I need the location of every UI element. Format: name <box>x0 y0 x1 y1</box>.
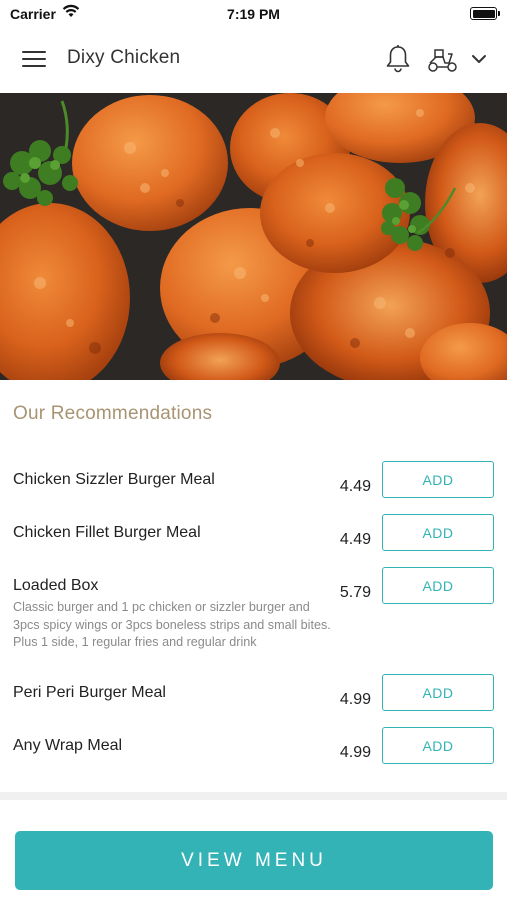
add-button[interactable]: ADD <box>382 461 494 498</box>
battery-icon <box>470 7 500 20</box>
item-description: Classic burger and 1 pc chicken or sizzl… <box>13 600 331 649</box>
section-divider <box>0 792 507 800</box>
top-navigation-bar: Dixy Chicken <box>0 28 507 92</box>
app-title: Dixy Chicken <box>67 47 181 68</box>
item-price: 4.99 <box>339 744 371 761</box>
hamburger-menu-icon[interactable] <box>22 51 46 69</box>
add-button[interactable]: ADD <box>382 727 494 764</box>
hero-food-image <box>0 93 507 380</box>
chevron-down-icon[interactable] <box>470 50 488 68</box>
item-name: Peri Peri Burger Meal <box>13 684 166 701</box>
item-price: 4.49 <box>339 478 371 495</box>
add-button[interactable]: ADD <box>382 567 494 604</box>
status-bar: Carrier 7:19 PM <box>0 0 507 28</box>
item-price: 4.49 <box>339 531 371 548</box>
item-name: Any Wrap Meal <box>13 737 123 754</box>
item-price: 5.79 <box>339 584 371 601</box>
item-price: 4.99 <box>339 691 371 708</box>
recommendations-title: Our Recommendations <box>13 403 213 424</box>
add-button[interactable]: ADD <box>382 674 494 711</box>
item-name: Chicken Fillet Burger Meal <box>13 524 201 541</box>
clock-time: 7:19 PM <box>227 6 280 22</box>
scooter-icon[interactable] <box>426 46 460 74</box>
view-menu-button[interactable]: VIEW MENU <box>15 831 493 890</box>
add-button[interactable]: ADD <box>382 514 494 551</box>
bell-icon[interactable] <box>384 44 412 74</box>
item-name: Chicken Sizzler Burger Meal <box>13 471 215 488</box>
item-name: Loaded Box <box>13 577 99 594</box>
